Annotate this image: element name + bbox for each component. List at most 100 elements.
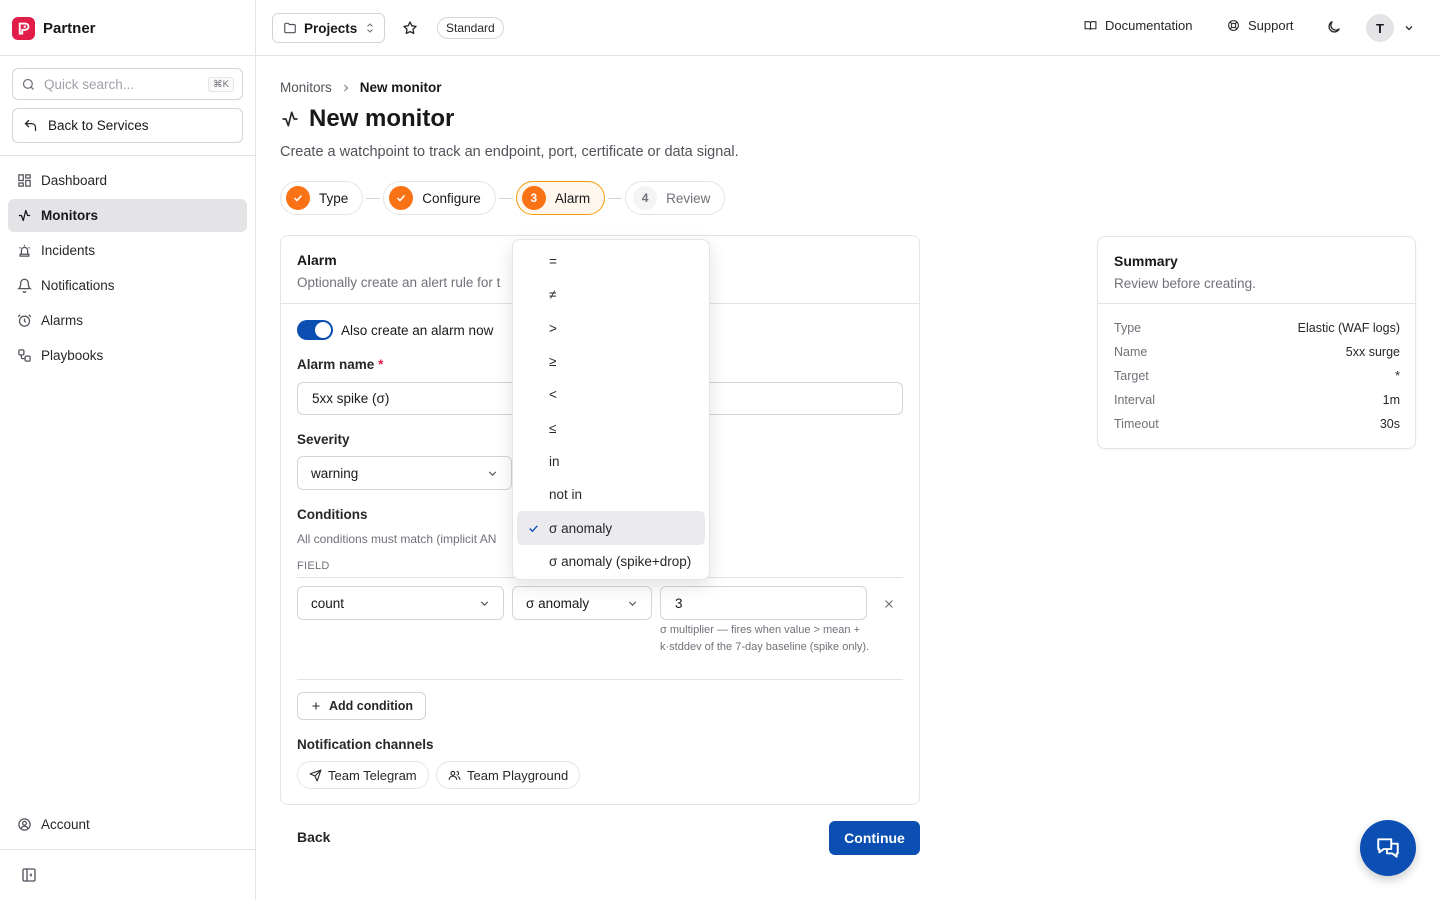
- chat-support-button[interactable]: [1360, 820, 1416, 876]
- option-label: not in: [549, 487, 583, 503]
- sidebar-item-notifications[interactable]: Notifications: [8, 269, 247, 302]
- summary-value: Elastic (WAF logs): [1297, 321, 1400, 335]
- operator-option-sigma-anomaly-both[interactable]: σ anomaly (spike+drop): [517, 545, 705, 578]
- alarm-name-label-text: Alarm name: [297, 357, 375, 372]
- collapse-sidebar-icon[interactable]: [21, 867, 37, 883]
- operator-option-gt[interactable]: >: [517, 312, 705, 345]
- option-label: ≤: [549, 420, 557, 436]
- sidebar-item-monitors[interactable]: Monitors: [8, 199, 247, 232]
- step-type[interactable]: Type: [280, 181, 364, 215]
- documentation-link[interactable]: Documentation: [1084, 18, 1192, 33]
- brand[interactable]: Partner: [12, 16, 96, 40]
- summary-row-interval: Interval 1m: [1114, 393, 1400, 407]
- severity-label: Severity: [297, 432, 350, 447]
- condition-value-help: σ multiplier — fires when value > mean +…: [660, 624, 870, 653]
- back-to-services-label: Back to Services: [48, 118, 149, 133]
- operator-option-sigma-anomaly[interactable]: σ anomaly: [517, 511, 705, 545]
- back-button[interactable]: Back: [297, 829, 330, 845]
- summary-value: 5xx surge: [1345, 345, 1400, 359]
- divider: [0, 849, 256, 850]
- remove-condition-close-icon[interactable]: [882, 597, 896, 611]
- book-icon: [1084, 19, 1097, 32]
- operator-option-gte[interactable]: ≥: [517, 345, 705, 378]
- check-icon: [527, 522, 540, 535]
- step-label: Alarm: [554, 190, 591, 206]
- favorite-star-icon[interactable]: [402, 20, 418, 36]
- summary-row-name: Name 5xx surge: [1114, 345, 1400, 359]
- step-alarm[interactable]: 3 Alarm: [515, 181, 606, 215]
- back-to-services-button[interactable]: Back to Services: [12, 108, 243, 143]
- summary-row-timeout: Timeout 30s: [1114, 417, 1400, 431]
- brand-logo-icon: [12, 16, 35, 40]
- chevron-right-icon: [340, 82, 352, 94]
- operator-option-eq[interactable]: =: [517, 245, 705, 278]
- condition-operator-select[interactable]: σ anomaly: [512, 586, 652, 620]
- condition-value-input[interactable]: 3: [660, 586, 867, 620]
- operator-option-in[interactable]: in: [517, 445, 705, 478]
- sidebar-item-label: Incidents: [41, 243, 96, 258]
- step-configure[interactable]: Configure: [383, 181, 496, 215]
- chevron-down-icon[interactable]: [1403, 22, 1415, 34]
- dashboard-icon: [17, 173, 32, 188]
- step-label: Type: [319, 190, 349, 206]
- summary-key: Timeout: [1114, 417, 1159, 431]
- plus-icon: [310, 700, 322, 712]
- summary-header: Summary Review before creating.: [1098, 237, 1415, 304]
- sidebar-item-alarms[interactable]: Alarms: [8, 304, 247, 337]
- theme-toggle-moon-icon[interactable]: [1326, 19, 1342, 35]
- channel-chip-telegram[interactable]: Team Telegram: [297, 761, 429, 789]
- step-connector: [608, 197, 623, 199]
- operator-option-neq[interactable]: ≠: [517, 278, 705, 311]
- operator-option-not-in[interactable]: not in: [517, 478, 705, 511]
- sidebar-item-dashboard[interactable]: Dashboard: [8, 164, 247, 197]
- summary-value: *: [1395, 369, 1400, 383]
- breadcrumb-monitors[interactable]: Monitors: [280, 80, 332, 95]
- topbar: Projects Standard Documentation Support …: [256, 0, 1440, 56]
- operator-option-lte[interactable]: ≤: [517, 411, 705, 444]
- operator-dropdown-menu: = ≠ > ≥ < ≤ in not in σ anomaly σ anomal…: [512, 239, 710, 580]
- avatar[interactable]: T: [1366, 14, 1394, 42]
- field-column-header: FIELD: [297, 560, 330, 572]
- search-input[interactable]: Quick search... ⌘K: [12, 68, 243, 100]
- create-alarm-toggle[interactable]: [297, 320, 333, 340]
- severity-select[interactable]: warning: [297, 456, 512, 490]
- projects-switcher[interactable]: Projects: [272, 13, 385, 43]
- life-buoy-icon: [1227, 19, 1240, 32]
- sidebar-item-incidents[interactable]: Incidents: [8, 234, 247, 267]
- step-connector: [498, 197, 513, 199]
- bell-icon: [17, 278, 32, 293]
- activity-icon: [280, 109, 300, 129]
- users-icon: [448, 769, 461, 782]
- divider: [297, 679, 903, 680]
- sidebar: Partner Quick search... ⌘K Back to Servi…: [0, 0, 256, 900]
- sidebar-item-playbooks[interactable]: Playbooks: [8, 339, 247, 372]
- support-link[interactable]: Support: [1227, 18, 1294, 33]
- sidebar-item-account[interactable]: Account: [8, 808, 247, 841]
- step-number: 4: [633, 186, 658, 210]
- channel-label: Team Telegram: [328, 767, 417, 783]
- send-icon: [309, 769, 322, 782]
- continue-button[interactable]: Continue: [829, 821, 920, 855]
- add-condition-button[interactable]: Add condition: [297, 692, 427, 720]
- breadcrumb: Monitors New monitor: [280, 80, 442, 95]
- severity-value: warning: [311, 465, 359, 481]
- notification-channels-label: Notification channels: [297, 737, 434, 752]
- option-label: σ anomaly: [549, 520, 613, 536]
- chevron-down-icon: [626, 597, 639, 610]
- chat-icon: [1375, 835, 1401, 861]
- page-subtitle: Create a watchpoint to track an endpoint…: [280, 144, 739, 160]
- divider: [0, 155, 256, 156]
- option-label: σ anomaly (spike+drop): [549, 553, 692, 569]
- channel-chip-playground[interactable]: Team Playground: [436, 761, 581, 789]
- summary-subtitle: Review before creating.: [1114, 276, 1256, 291]
- chevrons-up-down-icon: [364, 22, 376, 34]
- option-label: in: [549, 453, 560, 469]
- step-review[interactable]: 4 Review: [625, 181, 726, 215]
- plan-badge: Standard: [437, 17, 504, 39]
- operator-option-lt[interactable]: <: [517, 378, 705, 411]
- condition-field-select[interactable]: count: [297, 586, 504, 620]
- alarm-card-description: Optionally create an alert rule for t: [297, 275, 501, 290]
- option-label: >: [549, 320, 557, 336]
- alarm-name-label: Alarm name *: [297, 357, 383, 372]
- step-number: 3: [521, 186, 546, 210]
